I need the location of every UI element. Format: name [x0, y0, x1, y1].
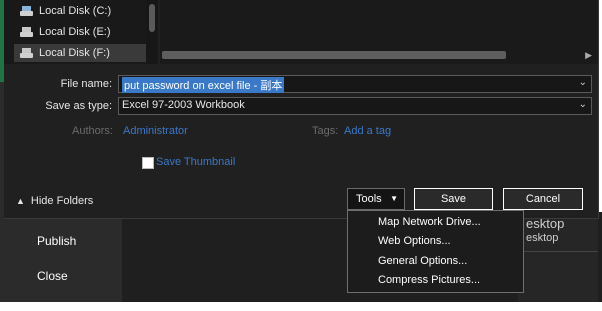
divider — [518, 251, 598, 252]
tags-label: Tags: — [312, 125, 339, 137]
tree-item-label: Local Disk (E:) — [39, 26, 111, 38]
tools-label: Tools — [356, 193, 382, 205]
hide-folders-button[interactable]: ▲ Hide Folders — [16, 195, 93, 207]
location-card[interactable]: esktop esktop — [518, 212, 598, 302]
page-bottom-margin — [0, 302, 602, 311]
chevron-down-icon[interactable]: ⌄ — [579, 77, 587, 88]
disk-icon — [20, 27, 33, 37]
menu-item-general-options[interactable]: General Options... — [378, 255, 467, 267]
save-thumbnail-label[interactable]: Save Thumbnail — [156, 156, 235, 168]
disk-icon — [20, 48, 33, 58]
menu-item-map-network-drive[interactable]: Map Network Drive... — [378, 216, 481, 228]
location-card-subtitle: esktop — [526, 232, 559, 244]
tree-item-label: Local Disk (C:) — [39, 5, 112, 17]
file-name-value: put password on excel file - 副本 — [122, 77, 285, 93]
chevron-up-icon: ▲ — [16, 196, 25, 206]
backstage-item-close[interactable]: Close — [37, 269, 68, 283]
excel-save-as-screen: Publish Close esktop esktop Local Disk (… — [0, 0, 602, 311]
authors-label: Authors: — [72, 125, 113, 137]
tools-dropdown-menu: Map Network Drive... Web Options... Gene… — [347, 210, 524, 293]
file-list-horizontal-scrollbar[interactable]: ▶ — [160, 48, 598, 62]
scrollbar-thumb[interactable] — [149, 4, 155, 32]
file-name-input[interactable]: put password on excel file - 副本 ⌄ — [118, 75, 592, 93]
save-button[interactable]: Save — [414, 188, 493, 210]
menu-item-web-options[interactable]: Web Options... — [378, 235, 451, 247]
hide-folders-label: Hide Folders — [30, 195, 94, 207]
tags-input[interactable]: Add a tag — [344, 125, 391, 137]
save-thumbnail-checkbox[interactable] — [142, 157, 154, 169]
tree-item-local-disk-c[interactable]: Local Disk (C:) — [20, 2, 111, 20]
tree-vertical-scrollbar[interactable] — [146, 0, 158, 64]
authors-value[interactable]: Administrator — [123, 125, 188, 137]
save-as-type-label: Save as type: — [45, 100, 112, 112]
scrollbar-thumb[interactable] — [162, 51, 506, 59]
cancel-button[interactable]: Cancel — [503, 188, 583, 210]
file-name-label: File name: — [60, 78, 112, 90]
local-disk-c-icon — [20, 6, 33, 16]
chevron-down-icon[interactable]: ⌄ — [579, 99, 587, 110]
save-as-type-value: Excel 97-2003 Workbook — [122, 99, 245, 111]
tree-item-local-disk-e[interactable]: Local Disk (E:) — [20, 23, 111, 41]
save-as-dialog: Local Disk (C:) Local Disk (E:) Local Di… — [4, 0, 599, 219]
dropdown-arrow-icon: ▼ — [390, 194, 398, 203]
folder-tree: Local Disk (C:) Local Disk (E:) Local Di… — [4, 0, 148, 64]
save-as-type-select[interactable]: Excel 97-2003 Workbook ⌄ — [118, 97, 592, 115]
tree-item-local-disk-f[interactable]: Local Disk (F:) — [14, 44, 148, 62]
scroll-right-arrow-icon[interactable]: ▶ — [585, 48, 592, 62]
menu-item-compress-pictures[interactable]: Compress Pictures... — [378, 274, 480, 286]
tools-button[interactable]: Tools ▼ — [347, 188, 405, 210]
tree-item-label: Local Disk (F:) — [39, 47, 110, 59]
backstage-item-publish[interactable]: Publish — [37, 234, 76, 248]
